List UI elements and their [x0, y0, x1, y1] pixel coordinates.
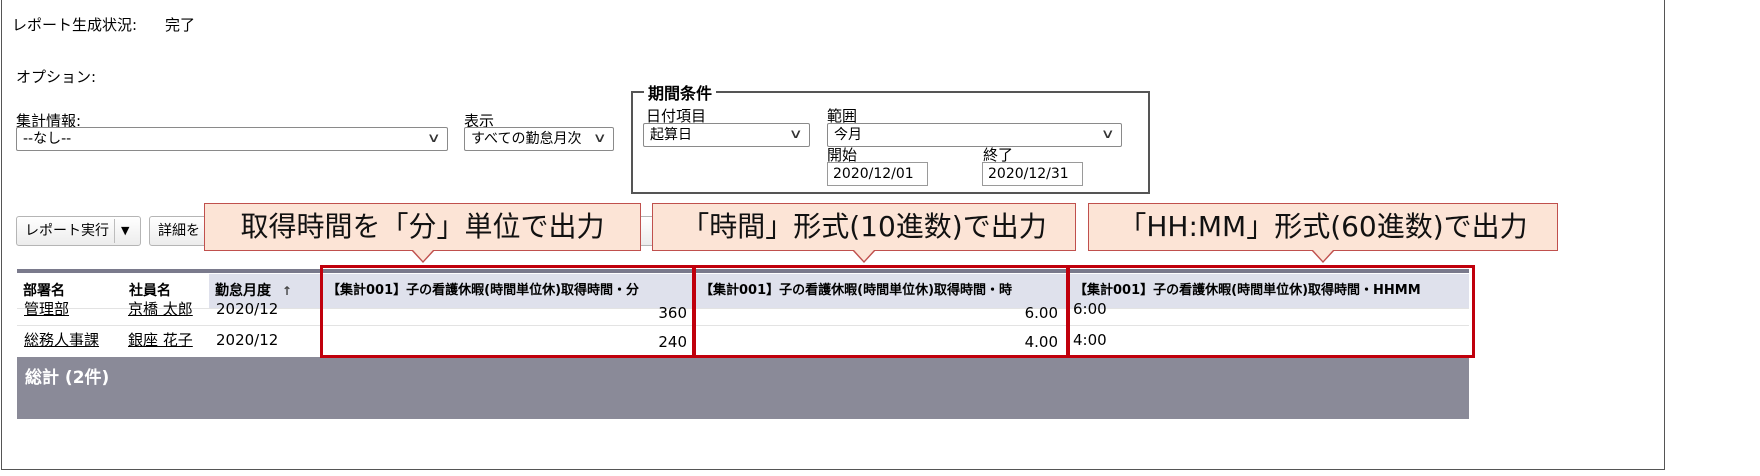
callout-minutes: 取得時間を「分」単位で出力: [204, 203, 641, 263]
run-report-button[interactable]: レポート実行 ▼: [16, 216, 141, 246]
grand-total-label: 総計 (2件): [25, 368, 110, 388]
chevron-down-icon: ∨: [593, 131, 608, 146]
date-field-select[interactable]: 起算日 ∨: [643, 123, 810, 147]
table-row-month: 2020/12: [216, 331, 279, 349]
sort-ascending-icon: ↑: [281, 284, 292, 298]
period-conditions-legend: 期間条件: [644, 80, 717, 104]
callout-minutes-text: 取得時間を「分」単位で出力: [240, 210, 605, 243]
date-field-value: 起算日: [650, 127, 692, 143]
caret-down-icon[interactable]: ▼: [121, 217, 129, 245]
highlight-hours-column: [693, 265, 1069, 358]
callout-hhmm-text: 「HH:MM」形式(60進数)で出力: [1118, 210, 1528, 243]
range-select[interactable]: 今月 ∨: [827, 123, 1122, 147]
callout-hhmm: 「HH:MM」形式(60進数)で出力: [1088, 203, 1558, 263]
show-details-label: 詳細を: [158, 223, 200, 239]
run-report-label: レポート実行: [25, 223, 109, 239]
start-date-input[interactable]: 2020/12/01: [827, 162, 928, 186]
summary-info-value: --なし--: [23, 131, 72, 147]
chevron-down-icon: ∨: [427, 131, 442, 146]
table-row-employee-link[interactable]: 銀座 花子: [128, 324, 193, 356]
callout-hours-text: 「時間」形式(10進数)で出力: [681, 210, 1047, 243]
options-label: オプション:: [16, 68, 97, 86]
summary-info-select[interactable]: --なし-- ∨: [16, 127, 448, 151]
range-value: 今月: [834, 127, 862, 143]
button-divider: [114, 219, 115, 243]
highlight-minutes-column: [320, 265, 695, 358]
display-select[interactable]: すべての勤怠月次 ∨: [464, 127, 614, 151]
table-row-dept-link[interactable]: 総務人事課: [24, 324, 99, 356]
table-row-month: 2020/12: [216, 300, 279, 318]
chevron-down-icon: ∨: [1101, 127, 1116, 142]
report-status-label: レポート生成状況:: [12, 16, 138, 34]
table-row-dept-link[interactable]: 管理部: [24, 293, 69, 325]
table-row-employee-link[interactable]: 京橋 太郎: [128, 293, 193, 325]
end-date-input[interactable]: 2020/12/31: [982, 162, 1083, 186]
callout-hours: 「時間」形式(10進数)で出力: [652, 203, 1076, 263]
chevron-down-icon: ∨: [789, 127, 804, 142]
grand-total-bar: 総計 (2件): [17, 357, 1469, 419]
report-status-value: 完了: [165, 16, 196, 34]
highlight-hhmm-column: [1067, 265, 1475, 358]
display-value: すべての勤怠月次: [471, 131, 582, 147]
